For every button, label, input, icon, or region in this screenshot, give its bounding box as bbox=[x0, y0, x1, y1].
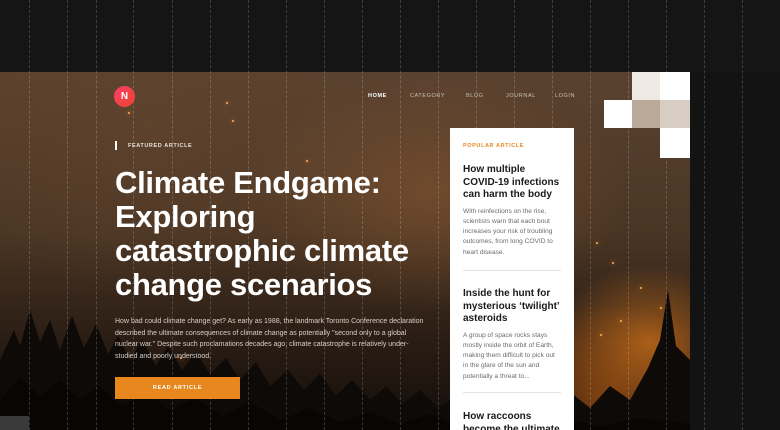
popular-item-title[interactable]: How raccoons become the ultimate bbox=[463, 411, 561, 430]
nav-category[interactable]: CATEGORY bbox=[410, 93, 445, 99]
decorative-pixel bbox=[660, 128, 690, 158]
ember bbox=[226, 102, 228, 104]
nav-home[interactable]: HOME bbox=[368, 93, 387, 99]
decorative-pixel bbox=[632, 100, 660, 128]
popular-item-excerpt: A group of space rocks stays mostly insi… bbox=[463, 331, 555, 380]
nav-login[interactable]: LOGIN bbox=[555, 93, 575, 99]
ember bbox=[128, 112, 130, 114]
popular-item[interactable]: How raccoons become the ultimate bbox=[463, 411, 561, 430]
divider bbox=[463, 392, 561, 393]
logo-letter: N bbox=[120, 91, 129, 102]
brand-logo[interactable]: N bbox=[114, 86, 135, 107]
popular-item-excerpt: With reinfections on the rise, scientist… bbox=[463, 207, 553, 256]
divider bbox=[463, 270, 561, 271]
popular-item[interactable]: Inside the hunt for mysterious ‘twilight… bbox=[463, 288, 561, 382]
popular-item-title[interactable]: How multiple COVID-19 infections can har… bbox=[463, 164, 561, 202]
ember bbox=[232, 120, 234, 122]
featured-summary: How bad could climate change get? As ear… bbox=[115, 318, 424, 360]
nav-journal[interactable]: JOURNAL bbox=[506, 93, 536, 99]
nav-blog[interactable]: BLOG bbox=[466, 93, 484, 99]
popular-item[interactable]: How multiple COVID-19 infections can har… bbox=[463, 164, 561, 258]
popular-articles-card: POPULAR ARTICLE How multiple COVID-19 in… bbox=[450, 128, 574, 430]
ember bbox=[306, 160, 308, 162]
corner-tab bbox=[0, 416, 29, 430]
read-article-button[interactable]: READ ARTICLE bbox=[115, 377, 240, 399]
decorative-pixel bbox=[660, 100, 690, 128]
popular-item-title[interactable]: Inside the hunt for mysterious ‘twilight… bbox=[463, 288, 561, 326]
decorative-pixel bbox=[632, 72, 660, 100]
featured-title[interactable]: Climate Endgame: Exploring catastrophic … bbox=[115, 166, 435, 302]
featured-marker bbox=[115, 141, 117, 150]
top-band bbox=[0, 0, 780, 72]
ember bbox=[596, 242, 598, 244]
decorative-pixel bbox=[604, 100, 632, 128]
popular-label: POPULAR ARTICLE bbox=[463, 143, 525, 149]
featured-label: FEATURED ARTICLE bbox=[128, 143, 193, 149]
